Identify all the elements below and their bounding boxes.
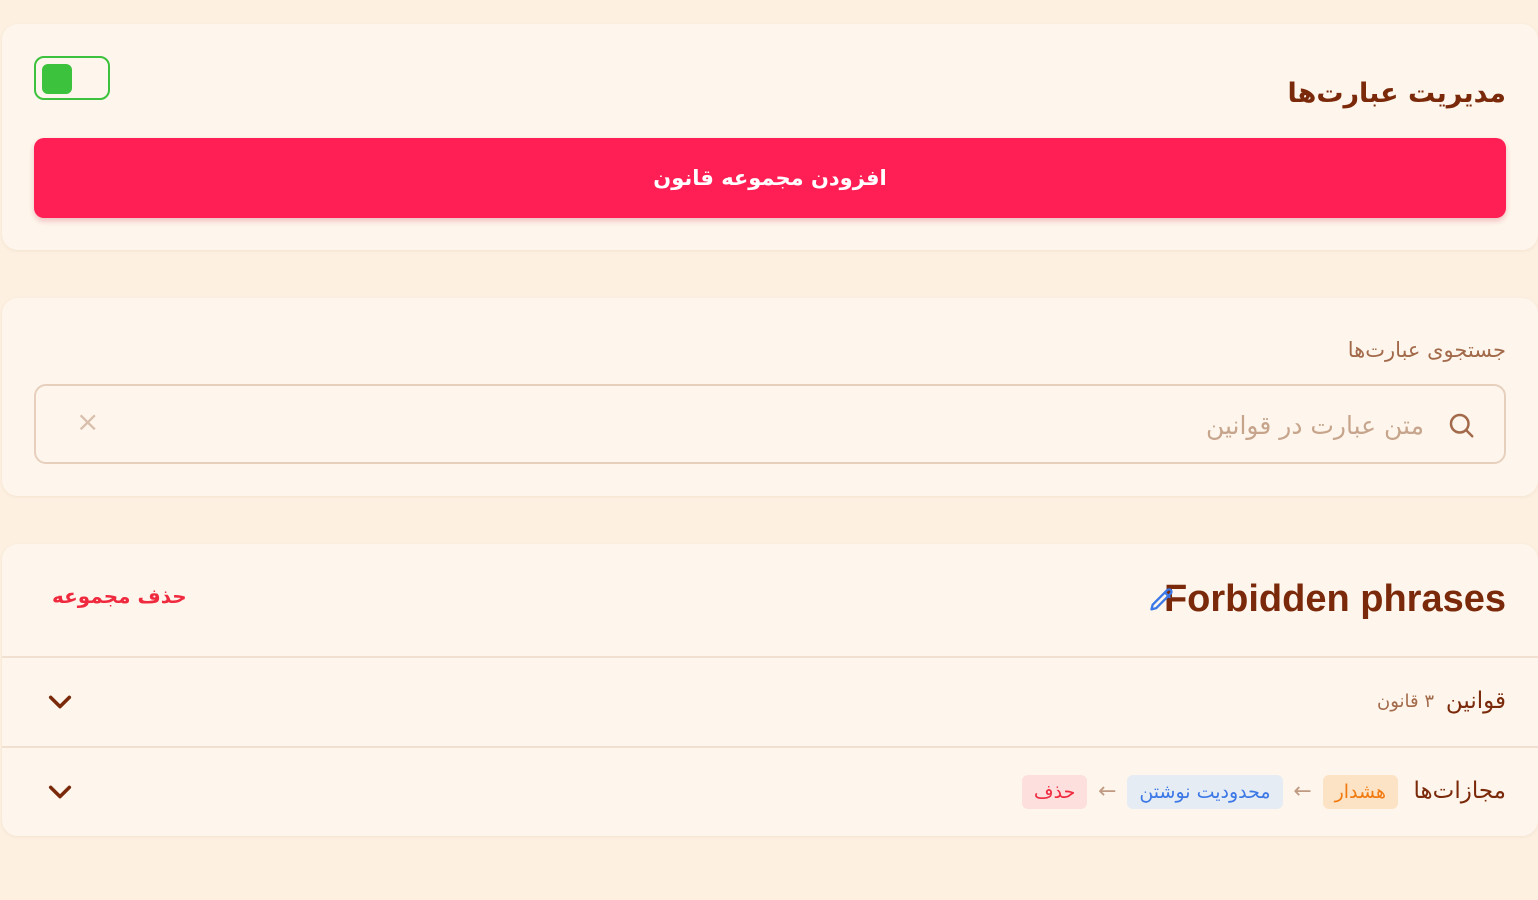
rule-set-name: Forbidden phrases (1163, 578, 1506, 620)
penalties-label: مجازات‌ها (1413, 778, 1506, 804)
clear-icon[interactable]: × (76, 408, 99, 436)
search-icon (1449, 413, 1474, 438)
rules-label: قوانین (1445, 688, 1506, 714)
penalty-badge-delete: حذف (1021, 775, 1088, 809)
page-title: مدیریت عبارت‌ها (1287, 78, 1506, 109)
penalties-row[interactable]: مجازات‌ها هشدار ← محدودیت نوشتن ← حذف (2, 748, 1538, 836)
penalty-badge-restrict: محدودیت نوشتن (1127, 775, 1283, 809)
search-input[interactable] (116, 402, 1426, 448)
arrow-left-icon: ← (1293, 779, 1312, 804)
rule-set-card: Forbidden phrases حذف مجموعه قوانین ۳ قا… (2, 544, 1538, 836)
chevron-down-icon[interactable] (46, 778, 74, 806)
pencil-icon[interactable] (1148, 586, 1176, 614)
rules-count: ۳ قانون (1376, 691, 1434, 712)
penalty-badge-warning: هشدار (1322, 775, 1398, 809)
toggle-knob (42, 64, 72, 94)
delete-rule-set-button[interactable]: حذف مجموعه (52, 584, 187, 608)
penalty-chain: هشدار ← محدودیت نوشتن ← حذف (1021, 775, 1398, 809)
search-card: جستجوی عبارت‌ها × (2, 298, 1538, 496)
search-box: × (34, 384, 1506, 464)
header-card: مدیریت عبارت‌ها افزودن مجموعه قانون (2, 24, 1538, 250)
arrow-left-icon: ← (1098, 779, 1117, 804)
enable-toggle[interactable] (34, 56, 110, 100)
rules-row[interactable]: قوانین ۳ قانون (2, 658, 1538, 746)
chevron-down-icon[interactable] (46, 688, 74, 716)
search-label: جستجوی عبارت‌ها (1347, 338, 1506, 362)
add-rule-set-button[interactable]: افزودن مجموعه قانون (34, 138, 1506, 218)
